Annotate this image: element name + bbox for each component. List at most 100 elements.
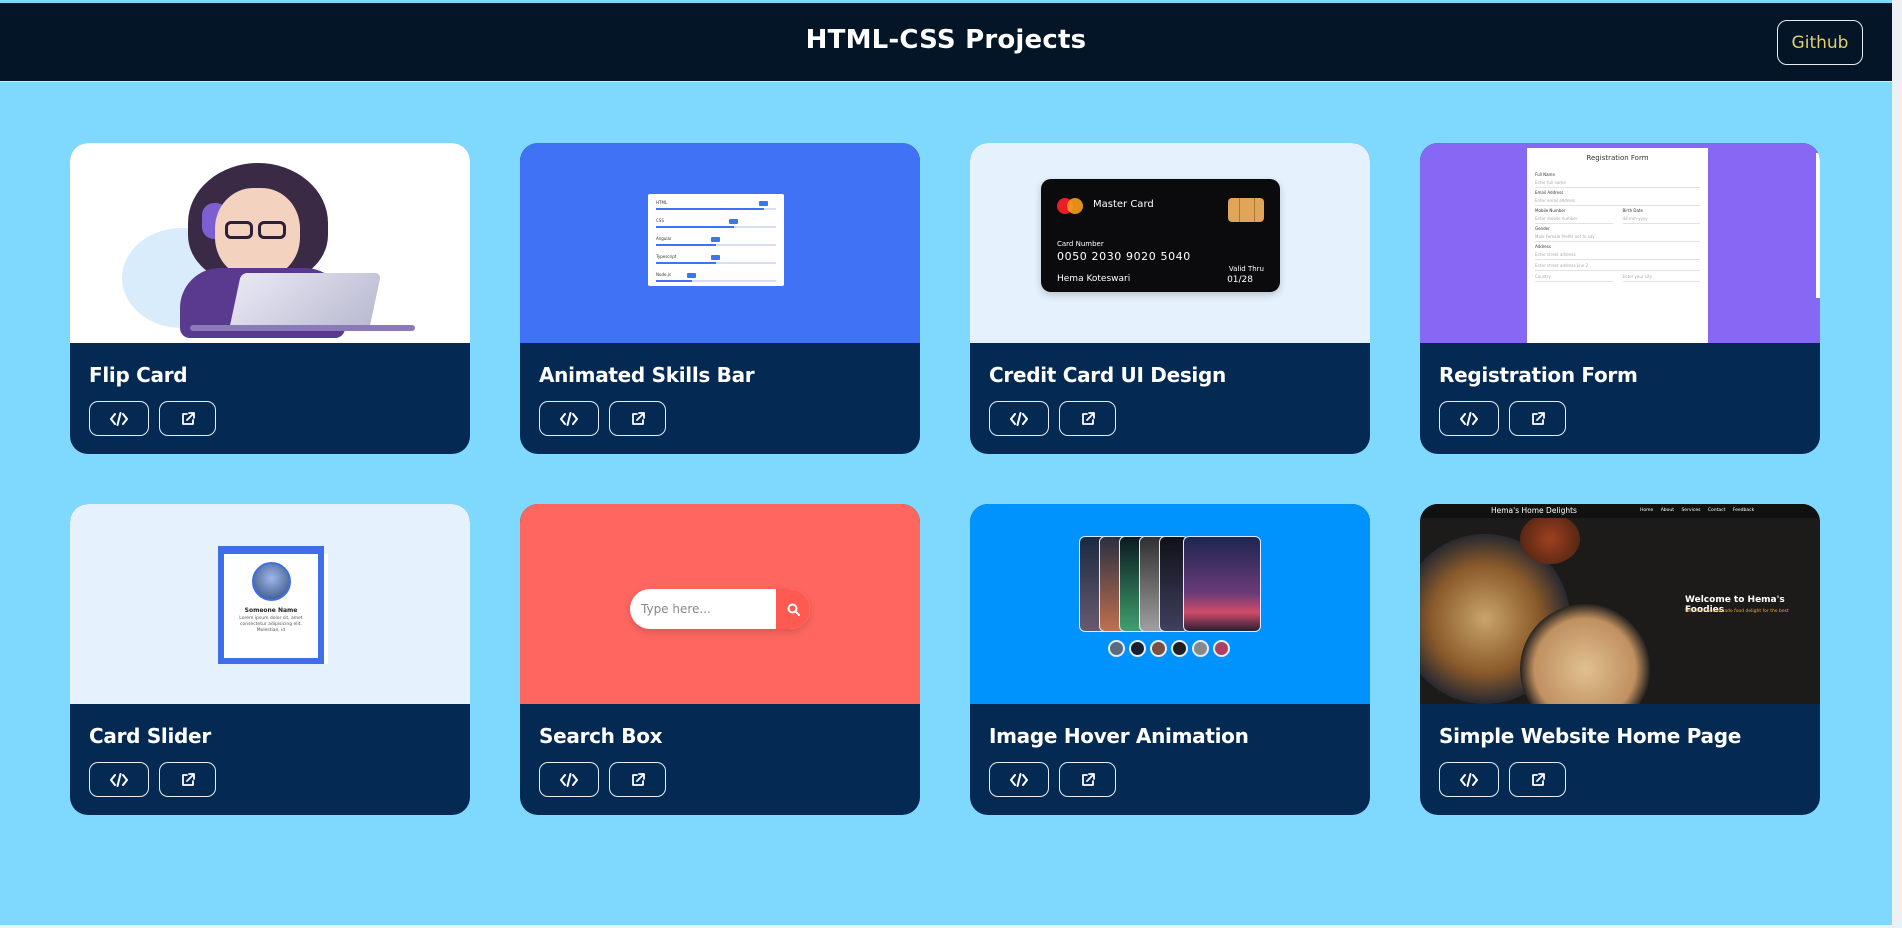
slider-name: Someone Name	[244, 607, 298, 614]
card-brand: Master Card	[1093, 199, 1154, 210]
gallery-active-image	[1183, 536, 1261, 632]
glasses-left	[225, 221, 253, 239]
project-card-flip-card: Flip Card	[70, 143, 470, 454]
skill-label: HTML	[656, 200, 668, 205]
live-demo-button[interactable]	[1509, 401, 1566, 436]
form-title: Registration Form	[1586, 154, 1649, 162]
code-icon	[110, 772, 128, 787]
project-card-registration-form: Registration Form Full Name Enter full n…	[1420, 143, 1820, 454]
skill-row: HTML	[656, 200, 776, 213]
thumbnail-dot	[1150, 640, 1167, 657]
view-code-button[interactable]	[539, 401, 599, 436]
project-card-image-hover-animation: Image Hover Animation	[970, 504, 1370, 815]
project-preview-image: Hema's Home Delights Home About Services…	[1420, 504, 1820, 704]
view-code-button[interactable]	[89, 401, 149, 436]
live-demo-button[interactable]	[609, 401, 666, 436]
code-icon	[560, 411, 578, 426]
card-title: Simple Website Home Page	[1439, 724, 1742, 748]
live-demo-button[interactable]	[609, 762, 666, 797]
project-card-credit-card-ui: Master Card Card Number 0050 2030 9020 5…	[970, 143, 1370, 454]
project-preview-image	[970, 504, 1370, 704]
github-button[interactable]: Github	[1777, 20, 1863, 65]
form-input: Enter street address	[1535, 249, 1700, 260]
skill-label: Angular	[656, 236, 672, 241]
chip-icon	[1228, 198, 1264, 222]
view-code-button[interactable]	[89, 762, 149, 797]
valid-thru-label: Valid Thru	[1228, 265, 1264, 273]
search-button-preview	[776, 589, 810, 629]
code-icon	[1010, 411, 1028, 426]
valid-thru: 01/28	[1227, 275, 1253, 285]
skill-percent-tag	[729, 219, 738, 224]
skill-fill	[656, 262, 716, 264]
glasses-right	[258, 221, 286, 239]
code-icon	[110, 411, 128, 426]
slider-next-edge	[324, 554, 328, 664]
site-nav-links: Home About Services Contact Feedback	[1640, 508, 1755, 513]
laptop-base	[190, 325, 415, 331]
slider-card: Someone Name Lorem ipsum dolor sit, amet…	[224, 554, 318, 658]
project-preview-image: Master Card Card Number 0050 2030 9020 5…	[970, 143, 1370, 343]
view-code-button[interactable]	[989, 401, 1049, 436]
card-number-label: Card Number	[1057, 240, 1104, 248]
card-title: Registration Form	[1439, 363, 1638, 387]
search-placeholder: Type here...	[641, 602, 711, 616]
thumbnail-dot	[1129, 640, 1146, 657]
projects-grid: Flip Card HTML CSS Angular Typescript Node.j…	[70, 143, 1820, 815]
form-input: dd-mm-yyyy	[1622, 213, 1700, 224]
thumbnail-dot	[1192, 640, 1209, 657]
thumbnail-dot	[1213, 640, 1230, 657]
project-card-card-slider: Someone Name Lorem ipsum dolor sit, amet…	[70, 504, 470, 815]
live-demo-button[interactable]	[1509, 762, 1566, 797]
skill-fill	[656, 226, 734, 228]
skill-percent-tag	[711, 237, 720, 242]
project-card-animated-skills-bar: HTML CSS Angular Typescript Node.js Animated…	[520, 143, 920, 454]
skill-row: Typescript	[656, 254, 776, 267]
form-input: Enter email address	[1535, 195, 1700, 206]
live-demo-button[interactable]	[159, 401, 216, 436]
live-demo-button[interactable]	[159, 762, 216, 797]
view-code-button[interactable]	[989, 762, 1049, 797]
live-demo-button[interactable]	[1059, 762, 1116, 797]
site-subheadline: We serve homemade food delight for the b…	[1685, 609, 1789, 614]
page-title: HTML-CSS Projects	[805, 25, 1087, 55]
card-title: Animated Skills Bar	[539, 363, 755, 387]
external-link-icon	[1531, 772, 1545, 786]
thumbnail-dot	[1171, 640, 1188, 657]
view-code-button[interactable]	[1439, 401, 1499, 436]
project-preview-image: Registration Form Full Name Enter full n…	[1420, 143, 1820, 343]
card-title: Search Box	[539, 724, 663, 748]
form-input: Enter street address line 2	[1535, 260, 1700, 271]
card-number: 0050 2030 9020 5040	[1057, 250, 1191, 263]
card-title: Image Hover Animation	[989, 724, 1249, 748]
skill-fill	[656, 244, 716, 246]
view-code-button[interactable]	[539, 762, 599, 797]
project-preview-image: HTML CSS Angular Typescript Node.js	[520, 143, 920, 343]
code-icon	[1460, 411, 1478, 426]
live-demo-button[interactable]	[1059, 401, 1116, 436]
skill-row: CSS	[656, 218, 776, 231]
view-code-button[interactable]	[1439, 762, 1499, 797]
site-navbar-preview: Hema's Home Delights Home About Services…	[1420, 504, 1820, 518]
project-preview-image: Someone Name Lorem ipsum dolor sit, amet…	[70, 504, 470, 704]
external-link-icon	[631, 772, 645, 786]
project-card-simple-website-home-page: Hema's Home Delights Home About Services…	[1420, 504, 1820, 815]
search-icon	[787, 603, 800, 616]
project-card-search-box: Type here... Search Box	[520, 504, 920, 815]
page-scrollbar[interactable]	[1892, 0, 1902, 928]
external-link-icon	[631, 411, 645, 425]
skill-fill	[656, 208, 764, 210]
external-link-icon	[1531, 411, 1545, 425]
skill-label: Node.js	[656, 272, 671, 277]
external-link-icon	[1081, 411, 1095, 425]
external-link-icon	[181, 772, 195, 786]
skill-percent-tag	[759, 201, 768, 206]
slider-text: Lorem ipsum dolor sit, amet consectetur …	[239, 616, 303, 633]
code-icon	[1010, 772, 1028, 787]
credit-card-preview: Master Card Card Number 0050 2030 9020 5…	[1041, 179, 1280, 292]
form-select: Country	[1535, 271, 1613, 282]
food-bowl	[1520, 514, 1580, 564]
card-holder: Hema Koteswari	[1057, 274, 1131, 284]
card-title: Flip Card	[89, 363, 188, 387]
skill-percent-tag	[687, 273, 696, 278]
